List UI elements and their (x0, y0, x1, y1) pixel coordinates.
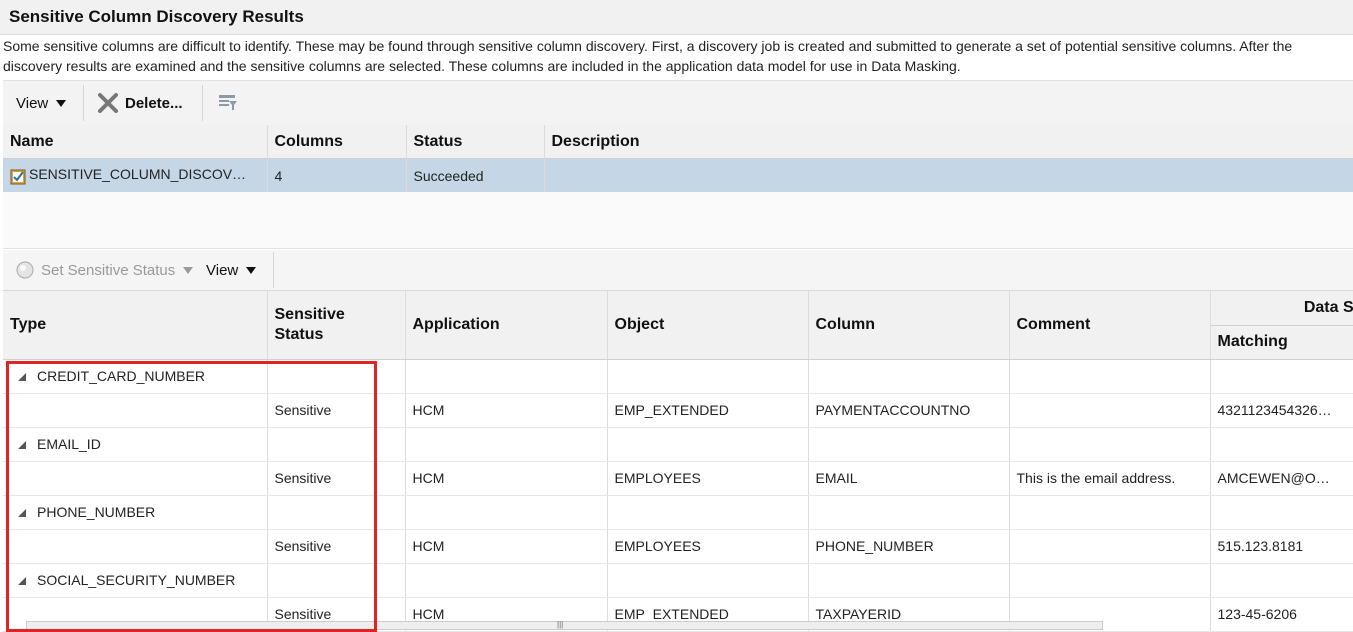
results-view-menu-button[interactable]: View (206, 250, 257, 290)
description-line-1: Some sensitive columns are difficult to … (3, 38, 1293, 54)
column-header-application[interactable]: Application (405, 291, 608, 360)
column-cell: PHONE_NUMBER (808, 529, 1010, 564)
column-header-description[interactable]: Description (544, 125, 1353, 159)
comment-cell: This is the email address. (1009, 461, 1211, 496)
sensitive-status-header-line-2: Status (274, 325, 324, 343)
column-cell: EMAIL (808, 461, 1010, 496)
column-header-type[interactable]: Type (3, 291, 268, 360)
column-header-column[interactable]: Column (808, 291, 1010, 360)
application-cell: HCM (405, 529, 608, 564)
column-cell: PAYMENTACCOUNTNO (808, 393, 1010, 428)
close-x-icon (98, 93, 118, 113)
view-label: View (16, 94, 49, 112)
job-columns: 4 (267, 158, 407, 192)
toolbar-divider (273, 252, 274, 288)
query-filter-button[interactable] (217, 81, 239, 125)
chevron-down-icon (56, 99, 67, 107)
discovery-jobs-table: Name Columns Status Description SENSITIV… (3, 125, 1353, 192)
highlight-box (6, 361, 377, 632)
column-header-data-sample: Data Sa (1210, 291, 1353, 326)
column-header-sensitive-status[interactable]: Sensitive Status (267, 291, 406, 360)
comment-cell (1009, 529, 1211, 564)
scrollbar-grip-icon: ||| (557, 620, 564, 629)
application-cell: HCM (405, 393, 608, 428)
page-title: Sensitive Column Discovery Results (9, 7, 304, 26)
radio-icon (16, 261, 34, 279)
jobs-toolbar: View Delete... (3, 80, 1353, 126)
object-cell: EMPLOYEES (607, 461, 809, 496)
sensitive-status-header-line-1: Sensitive (274, 305, 345, 323)
table-row[interactable]: SENSITIVE_COLUMN_DISCOV… 4 Succeeded (3, 158, 1353, 192)
view-menu-button[interactable]: View (16, 81, 67, 125)
application-cell: HCM (405, 461, 608, 496)
delete-button[interactable]: Delete... (97, 81, 183, 125)
matching-cell: AMCEWEN@O… (1210, 461, 1353, 496)
column-header-comment[interactable]: Comment (1009, 291, 1211, 360)
job-name-cell[interactable]: SENSITIVE_COLUMN_DISCOV… (3, 158, 268, 192)
toolbar-divider (83, 85, 84, 121)
matching-cell: 515.123.8181 (1210, 529, 1353, 564)
query-filter-icon (219, 95, 237, 110)
delete-label: Delete... (125, 94, 183, 112)
page-description: Some sensitive columns are difficult to … (3, 36, 1353, 76)
column-header-status[interactable]: Status (406, 125, 545, 159)
column-header-name[interactable]: Name (3, 125, 268, 159)
column-header-matching[interactable]: Matching (1210, 325, 1353, 360)
chevron-down-icon (246, 266, 257, 274)
column-header-columns[interactable]: Columns (267, 125, 407, 159)
results-toolbar: Set Sensitive Status View (3, 250, 1353, 291)
set-sensitive-status-label: Set Sensitive Status (41, 261, 176, 279)
set-sensitive-status-button[interactable]: Set Sensitive Status (15, 250, 194, 290)
job-status: Succeeded (406, 158, 545, 192)
jobs-table-empty-area (3, 192, 1353, 249)
matching-cell: 123-45-6206 (1210, 597, 1353, 632)
job-description (544, 158, 1353, 192)
toolbar-divider (202, 85, 203, 121)
description-line-2: discovery results are examined and the s… (3, 58, 961, 74)
object-cell: EMP_EXTENDED (607, 393, 809, 428)
comment-cell (1009, 393, 1211, 428)
object-cell: EMPLOYEES (607, 529, 809, 564)
job-name: SENSITIVE_COLUMN_DISCOV… (29, 166, 247, 183)
checklist-icon (10, 169, 26, 185)
chevron-down-icon (183, 266, 194, 274)
column-header-object[interactable]: Object (607, 291, 809, 360)
view-label: View (206, 261, 239, 279)
matching-cell: 4321123454326… (1210, 393, 1353, 428)
